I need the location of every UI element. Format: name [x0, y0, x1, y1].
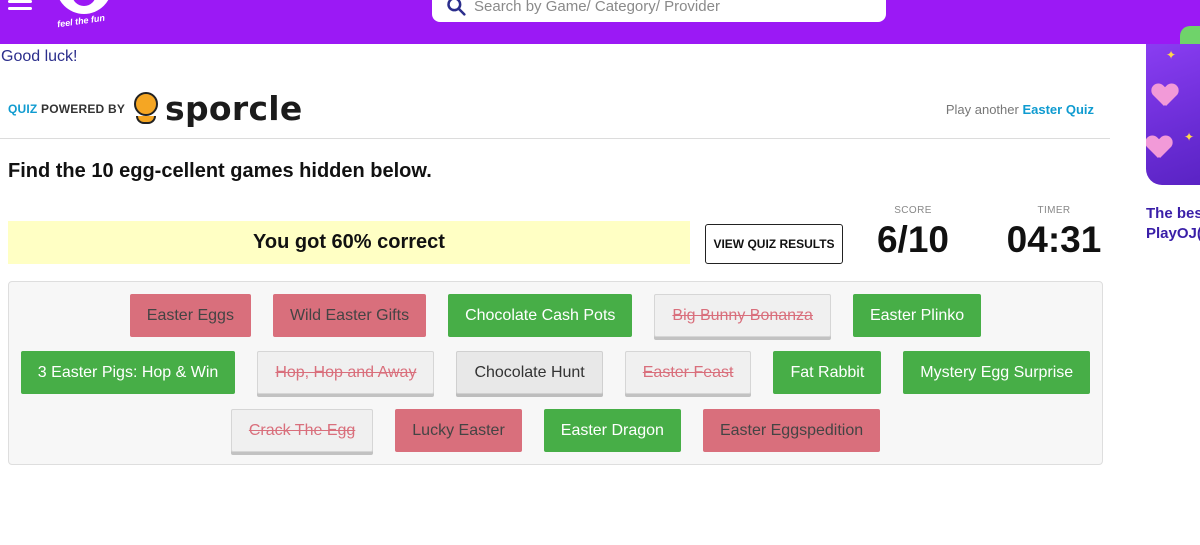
game-chip[interactable]: Big Bunny Bonanza [654, 294, 831, 337]
score-label: SCORE [894, 205, 932, 216]
sporcle-header: QUIZ POWERED BY sporcle Play another Eas… [8, 92, 1110, 126]
timer-panel: TIMER 04:31 [1000, 205, 1108, 262]
timer-label: TIMER [1037, 205, 1071, 216]
game-row: Crack The Egg Lucky Easter Easter Dragon… [9, 409, 1102, 452]
timer-value: 04:31 [1006, 219, 1102, 260]
game-chip[interactable]: Fat Rabbit [773, 351, 882, 394]
site-logo[interactable]: feel the fun [56, 0, 116, 34]
game-row: Easter Eggs Wild Easter Gifts Chocolate … [9, 294, 1102, 337]
play-another-text: Play another Easter Quiz [946, 102, 1094, 117]
divider [0, 138, 1110, 139]
score-value: 6/10 [876, 219, 949, 260]
account-button-edge[interactable] [1180, 26, 1200, 44]
promo-caption-line-1: The bes [1146, 205, 1200, 222]
result-banner: You got 60% correct [8, 221, 690, 264]
sporcle-wordmark[interactable]: sporcle [165, 92, 303, 126]
game-chip[interactable]: Easter Feast [624, 351, 752, 394]
promo-caption[interactable]: The bes PlayOJ( [1146, 204, 1200, 244]
quiz-instructions: Find the 10 egg-cellent games hidden bel… [8, 160, 432, 182]
quiz-label: QUIZ [8, 102, 38, 116]
game-chip[interactable]: Chocolate Cash Pots [448, 294, 633, 337]
intro-text: Good luck! [1, 48, 78, 65]
promo-caption-line-2: PlayOJ( [1146, 225, 1200, 242]
game-chip[interactable]: Mystery Egg Surprise [903, 351, 1091, 394]
score-panel: SCORE 6/10 [866, 205, 960, 262]
game-chip[interactable]: Crack The Egg [230, 409, 374, 452]
game-chip[interactable]: 3 Easter Pigs: Hop & Win [20, 351, 236, 394]
powered-by-text: POWERED BY [41, 102, 126, 116]
game-chip[interactable]: Hop, Hop and Away [257, 351, 435, 394]
game-answers-panel: Easter Eggs Wild Easter Gifts Chocolate … [8, 281, 1103, 465]
sparkle-icon: ✦ [1184, 130, 1195, 144]
game-chip[interactable]: Easter Eggs [129, 294, 251, 337]
menu-icon[interactable] [8, 0, 32, 16]
search-icon [447, 0, 466, 16]
easter-quiz-link[interactable]: Easter Quiz [1022, 102, 1094, 117]
game-chip[interactable]: Chocolate Hunt [456, 351, 603, 394]
sporcle-logo-icon [133, 92, 159, 126]
logo-tagline: feel the fun [56, 12, 106, 30]
play-another-prefix: Play another [945, 102, 1019, 117]
heart-icon [1146, 136, 1170, 158]
game-row: 3 Easter Pigs: Hop & Win Hop, Hop and Aw… [9, 351, 1102, 394]
heart-icon [1152, 84, 1176, 106]
game-chip[interactable]: Easter Dragon [543, 409, 681, 452]
powered-by-label: QUIZ POWERED BY [8, 102, 125, 116]
search-input[interactable] [474, 0, 854, 15]
game-chip[interactable]: Lucky Easter [395, 409, 522, 452]
search-box[interactable] [432, 0, 886, 22]
top-navigation-bar: feel the fun [0, 0, 1200, 44]
game-chip[interactable]: Easter Plinko [852, 294, 982, 337]
game-chip[interactable]: Wild Easter Gifts [272, 294, 427, 337]
view-quiz-results-button[interactable]: VIEW QUIZ RESULTS [705, 224, 843, 264]
promo-banner[interactable]: ✦ ✦ [1146, 44, 1200, 185]
sparkle-icon: ✦ [1166, 48, 1177, 62]
game-chip[interactable]: Easter Eggspedition [702, 409, 881, 452]
